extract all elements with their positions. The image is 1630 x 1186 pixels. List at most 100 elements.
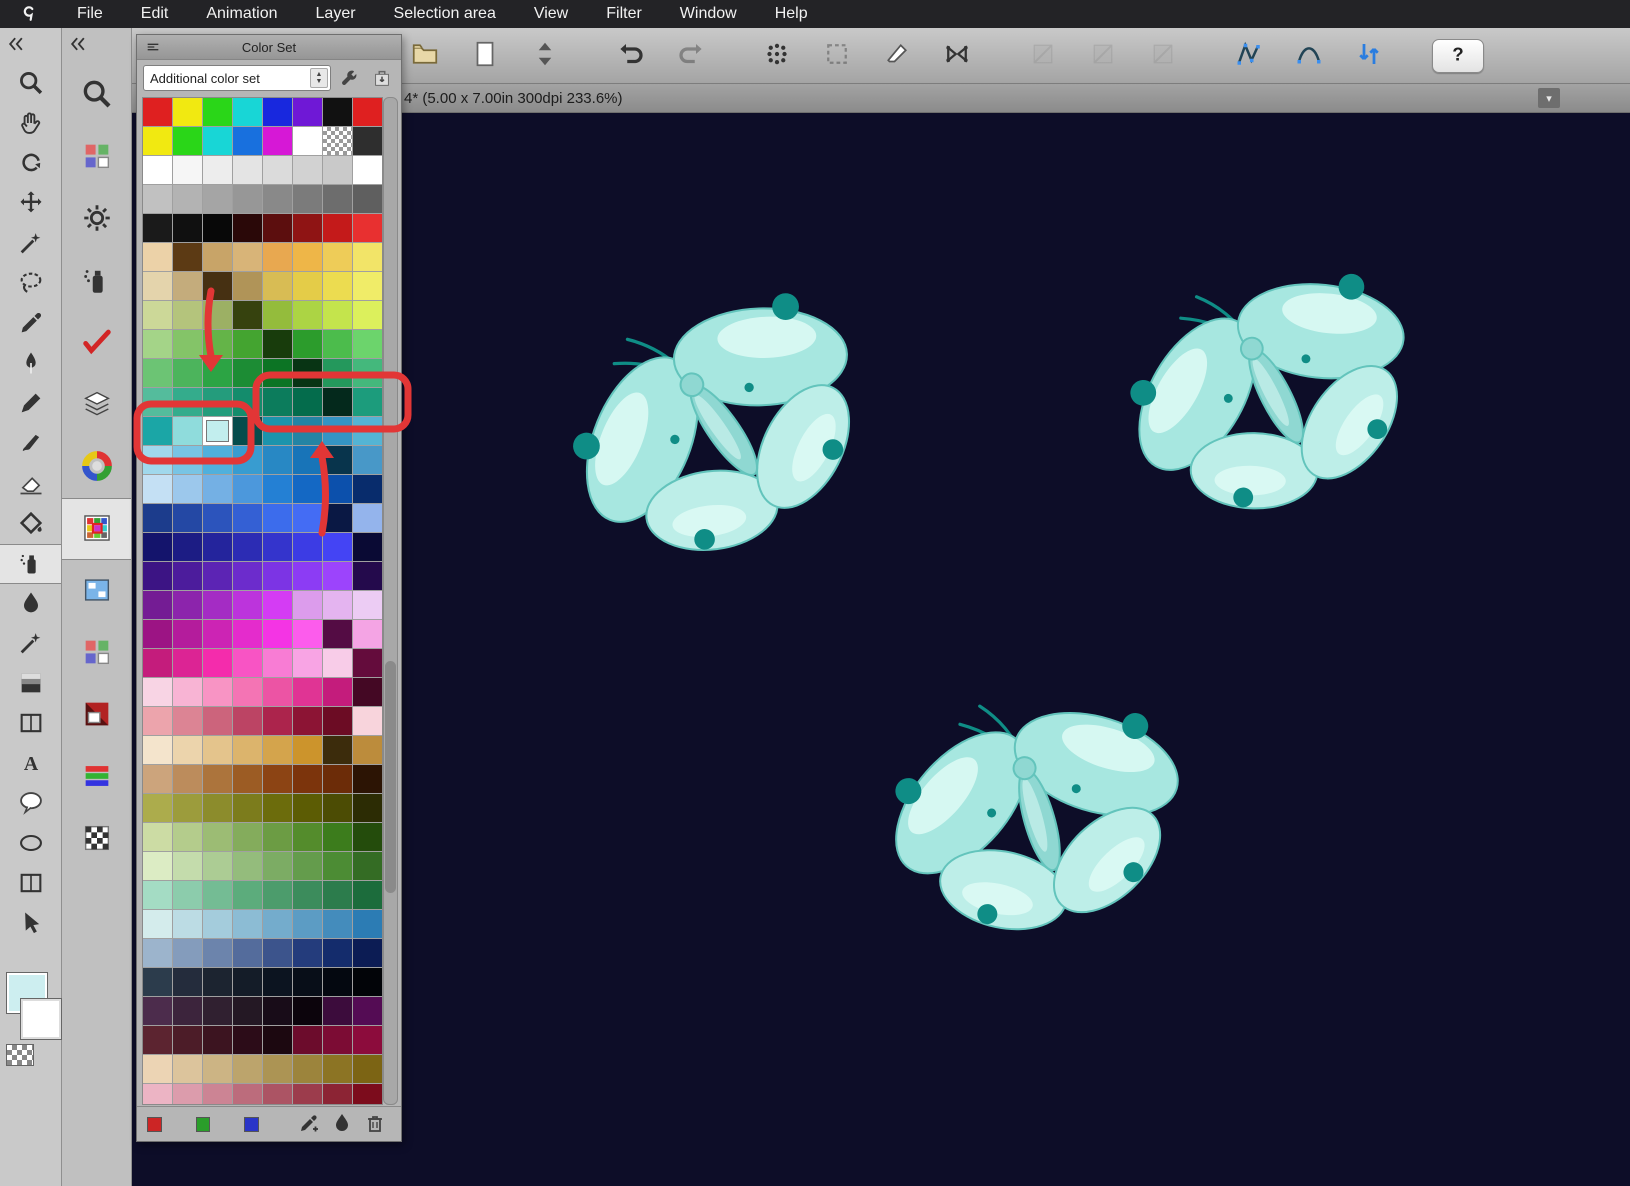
color-swatch[interactable] [293, 127, 322, 155]
color-swatch[interactable] [353, 736, 382, 764]
color-swatch[interactable] [203, 620, 232, 648]
color-swatch[interactable] [173, 1026, 202, 1054]
color-swatch[interactable] [323, 156, 352, 184]
color-swatch[interactable] [263, 765, 292, 793]
color-swatch[interactable] [323, 388, 352, 416]
color-swatch[interactable] [143, 794, 172, 822]
color-swatch[interactable] [293, 678, 322, 706]
color-swatch[interactable] [233, 1026, 262, 1054]
color-swatch[interactable] [263, 736, 292, 764]
pen-tool[interactable] [0, 344, 61, 384]
color-swatch[interactable] [143, 127, 172, 155]
tool-property-panel-icon[interactable] [62, 188, 131, 250]
color-swatch[interactable] [203, 1055, 232, 1083]
color-swatch[interactable] [173, 910, 202, 938]
color-swatch[interactable] [293, 939, 322, 967]
color-swatch[interactable] [323, 968, 352, 996]
color-swatch[interactable] [203, 939, 232, 967]
color-swatch[interactable] [173, 156, 202, 184]
help-button[interactable]: ? [1432, 38, 1484, 73]
move-tool[interactable] [0, 184, 61, 224]
color-swatch[interactable] [233, 736, 262, 764]
color-swatch[interactable] [173, 301, 202, 329]
color-swatch[interactable] [143, 359, 172, 387]
color-swatch[interactable] [203, 475, 232, 503]
color-swatch[interactable] [353, 765, 382, 793]
color-swatch[interactable] [233, 156, 262, 184]
color-swatch[interactable] [293, 301, 322, 329]
color-swatch[interactable] [293, 475, 322, 503]
color-swatch[interactable] [263, 881, 292, 909]
color-swatch[interactable] [293, 736, 322, 764]
color-history-panel-icon[interactable] [62, 622, 131, 684]
transparent-color-chip[interactable] [6, 1044, 34, 1066]
color-swatch[interactable] [263, 127, 292, 155]
color-swatch[interactable] [263, 504, 292, 532]
gradient-tool[interactable] [0, 664, 61, 704]
color-swatch[interactable] [203, 765, 232, 793]
color-swatch[interactable] [173, 881, 202, 909]
color-swatch[interactable] [263, 330, 292, 358]
color-swatch[interactable] [203, 185, 232, 213]
menu-view[interactable]: View [515, 5, 587, 23]
color-swatch[interactable] [353, 98, 382, 126]
sub-tool-panel-icon[interactable] [62, 126, 131, 188]
color-swatch[interactable] [143, 533, 172, 561]
color-swatch[interactable] [143, 823, 172, 851]
color-swatch[interactable] [263, 678, 292, 706]
color-swatch[interactable] [353, 214, 382, 242]
color-swatch[interactable] [233, 968, 262, 996]
color-swatch[interactable] [203, 446, 232, 474]
menu-file[interactable]: File [58, 5, 122, 23]
zoom-tool[interactable] [0, 64, 61, 104]
color-swatch[interactable] [173, 562, 202, 590]
color-swatch[interactable] [263, 794, 292, 822]
collapse-tools-icon[interactable] [6, 34, 26, 59]
color-swatch[interactable] [233, 997, 262, 1025]
color-swatch[interactable] [143, 881, 172, 909]
color-swatch[interactable] [353, 1026, 382, 1054]
snap-tool-button[interactable] [1346, 35, 1392, 77]
color-swatch[interactable] [353, 359, 382, 387]
pencil-tool[interactable] [0, 384, 61, 424]
color-swatch[interactable] [293, 214, 322, 242]
color-swatch[interactable] [353, 127, 382, 155]
color-swatch[interactable] [143, 1055, 172, 1083]
color-swatch[interactable] [233, 765, 262, 793]
color-swatch[interactable] [293, 359, 322, 387]
color-swatch[interactable] [173, 1055, 202, 1083]
color-swatch[interactable] [203, 1084, 232, 1104]
color-swatch[interactable] [293, 881, 322, 909]
figure-tool[interactable] [0, 824, 61, 864]
color-swatch[interactable] [293, 504, 322, 532]
menu-edit[interactable]: Edit [122, 5, 188, 23]
menu-help[interactable]: Help [756, 5, 827, 23]
color-swatch[interactable] [173, 330, 202, 358]
color-swatch[interactable] [293, 533, 322, 561]
color-swatch[interactable] [173, 475, 202, 503]
color-swatch[interactable] [293, 156, 322, 184]
color-swatch[interactable] [233, 214, 262, 242]
color-swatch[interactable] [173, 939, 202, 967]
color-swatch[interactable] [293, 417, 322, 445]
color-swatch[interactable] [233, 446, 262, 474]
color-swatch[interactable] [203, 591, 232, 619]
open-file-button[interactable] [402, 35, 448, 77]
polyline-tool-button[interactable] [1226, 35, 1272, 77]
color-swatch[interactable] [233, 562, 262, 590]
color-swatch[interactable] [293, 968, 322, 996]
color-swatch[interactable] [203, 852, 232, 880]
eyedropper-tool[interactable] [0, 304, 61, 344]
color-swatch[interactable] [173, 794, 202, 822]
color-swatch[interactable] [263, 997, 292, 1025]
color-swatch[interactable] [263, 620, 292, 648]
color-swatch[interactable] [293, 649, 322, 677]
color-swatch[interactable] [353, 475, 382, 503]
color-swatch[interactable] [323, 272, 352, 300]
color-swatch[interactable] [293, 823, 322, 851]
add-color-button[interactable] [293, 1110, 326, 1138]
color-swatch[interactable] [353, 272, 382, 300]
color-swatch[interactable] [323, 997, 352, 1025]
color-swatch[interactable] [263, 388, 292, 416]
color-swatch[interactable] [323, 678, 352, 706]
